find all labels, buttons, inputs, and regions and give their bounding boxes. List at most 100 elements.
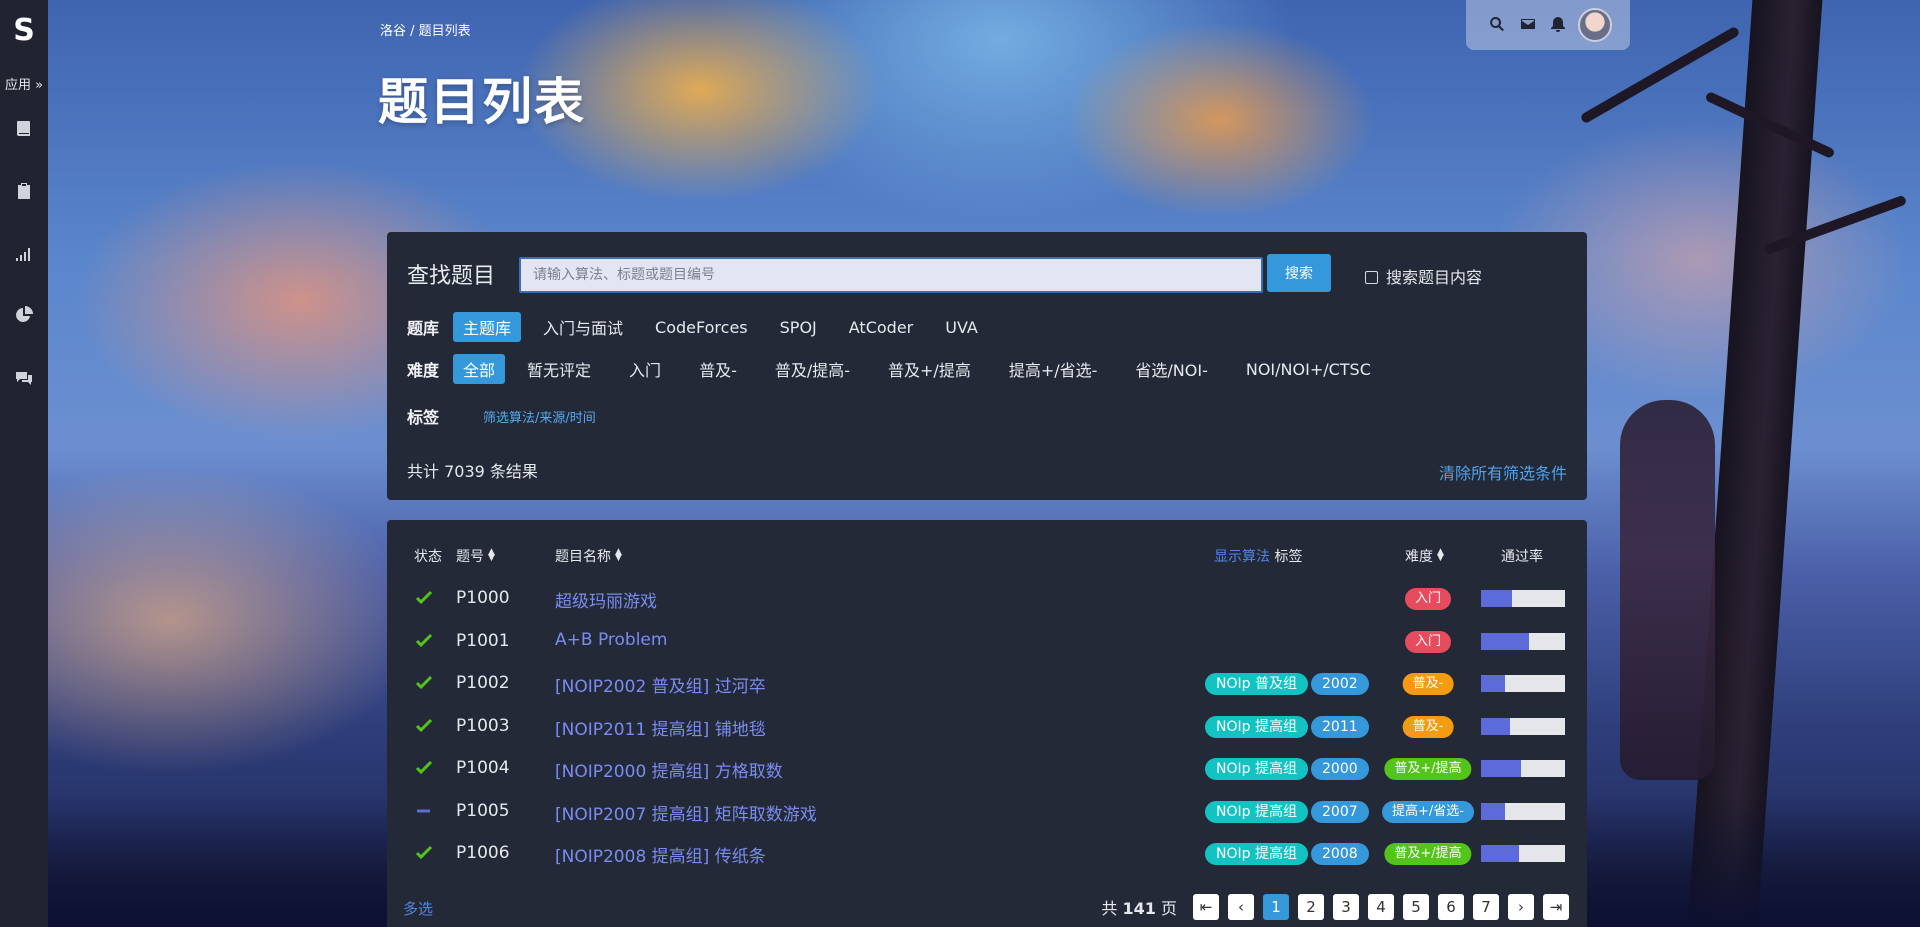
title-header-label: 题目名称 [555, 549, 611, 565]
difficulty-header[interactable]: 难度 ▲ ▼ [1405, 546, 1444, 566]
table-row[interactable]: P1006 [NOIP2008 提高组] 传纸条 NOIp 提高组 2008 普及+/提… [387, 833, 1587, 875]
search-input[interactable] [519, 257, 1263, 293]
difficulty-badge: 入门 [1404, 630, 1452, 653]
bell-icon[interactable] [1549, 15, 1567, 33]
bank-chip[interactable]: UVA [935, 315, 988, 340]
difficulty-chip[interactable]: 普及- [689, 354, 747, 384]
apps-label: 应用 [4, 78, 31, 93]
difficulty-badge: 普及+/提高 [1384, 843, 1472, 865]
pass-rate-fill [1481, 760, 1522, 777]
bank-chip[interactable]: 主题库 [453, 312, 522, 342]
clear-filters-link[interactable]: 清除所有筛选条件 [1439, 460, 1567, 484]
problem-title-link[interactable]: [NOIP2008 提高组] 传纸条 [555, 842, 766, 867]
difficulty-chip[interactable]: 全部 [453, 354, 506, 384]
difficulty-chip[interactable]: 暂无评定 [517, 354, 601, 384]
page-button[interactable]: 1 [1263, 894, 1289, 920]
sidebar-apps-toggle[interactable]: 应用 » [0, 74, 48, 93]
envelope-icon[interactable] [1519, 15, 1537, 33]
difficulty-filter-row: 难度 全部 暂无评定 入门 普及- 普及/提高- 普及+/提高 提高+/省选- … [407, 354, 1393, 384]
bank-chip[interactable]: 入门与面试 [533, 312, 633, 342]
search-icon[interactable] [1488, 15, 1506, 33]
page-button[interactable]: 7 [1473, 894, 1499, 920]
contest-tag[interactable]: NOIp 提高组 [1205, 715, 1308, 738]
pid-header[interactable]: 题号 ▲ ▼ [456, 546, 495, 566]
pass-rate-bar [1481, 632, 1565, 650]
problem-title-link[interactable]: A+B Problem [555, 630, 667, 650]
page-button[interactable]: 4 [1368, 894, 1394, 920]
difficulty-chip[interactable]: NOI/NOI+/CTSC [1236, 357, 1381, 382]
search-button[interactable]: 搜索 [1267, 254, 1331, 292]
double-chevron-right-icon: » [35, 78, 44, 93]
page-button[interactable]: 5 [1403, 894, 1429, 920]
contest-tag[interactable]: NOIp 提高组 [1205, 758, 1308, 780]
comments-icon[interactable] [14, 368, 34, 388]
page-button[interactable]: 3 [1333, 894, 1359, 920]
bank-chip[interactable]: AtCoder [839, 315, 923, 340]
table-row[interactable]: P1000 超级玛丽游戏 入门 [387, 578, 1587, 620]
pass-rate-fill [1481, 590, 1513, 607]
contest-tag[interactable]: NOIp 提高组 [1205, 843, 1308, 865]
contest-tag[interactable]: NOIp 普及组 [1205, 673, 1308, 695]
problem-id: P1005 [456, 800, 510, 821]
table-row[interactable]: P1004 [NOIP2000 提高组] 方格取数 NOIp 提高组 2000 普及+/… [387, 748, 1587, 790]
pass-rate-fill [1481, 675, 1505, 692]
pass-rate-fill [1481, 632, 1529, 650]
luogu-logo[interactable]: S [12, 14, 36, 48]
problem-title-link[interactable]: [NOIP2000 提高组] 方格取数 [555, 757, 783, 782]
breadcrumb[interactable]: 洛谷 / 题目列表 [380, 20, 471, 39]
accepted-check-icon [414, 716, 434, 736]
pass-rate-bar [1481, 675, 1565, 692]
multi-select-toggle[interactable]: 多选 [403, 898, 433, 919]
year-tag[interactable]: 2008 [1311, 843, 1369, 865]
contest-tag[interactable]: NOIp 提高组 [1205, 800, 1308, 823]
bank-label: 题库 [407, 319, 440, 338]
signal-bars-icon[interactable] [14, 243, 34, 263]
book-icon[interactable] [14, 119, 34, 139]
problem-title-link[interactable]: 超级玛丽游戏 [555, 587, 657, 612]
difficulty-badge: 普及- [1402, 715, 1454, 738]
page-button[interactable]: 6 [1438, 894, 1464, 920]
prev-page-button[interactable]: ‹ [1228, 894, 1254, 920]
pass-rate-fill [1481, 717, 1510, 735]
pie-chart-icon[interactable] [14, 305, 34, 325]
user-bar [1466, 0, 1630, 50]
clipboard-icon[interactable] [14, 181, 34, 201]
table-row[interactable]: P1002 [NOIP2002 普及组] 过河卒 NOIp 普及组 2002 普及- [387, 663, 1587, 705]
difficulty-header-label: 难度 [1405, 549, 1433, 565]
table-row[interactable]: P1005 [NOIP2007 提高组] 矩阵取数游戏 NOIp 提高组 2007 提高… [387, 791, 1587, 833]
next-page-button[interactable]: › [1508, 894, 1534, 920]
title-header[interactable]: 题目名称 ▲ ▼ [555, 546, 622, 566]
problem-title-link[interactable]: [NOIP2011 提高组] 铺地毯 [555, 715, 766, 740]
avatar[interactable] [1578, 8, 1612, 42]
page-button[interactable]: 2 [1298, 894, 1324, 920]
last-page-button[interactable]: ⇥ [1543, 894, 1569, 920]
bank-chip[interactable]: CodeForces [645, 315, 758, 340]
year-tag[interactable]: 2007 [1311, 800, 1369, 823]
tag-filter-link[interactable]: 筛选算法/来源/时间 [483, 407, 596, 426]
bank-chip[interactable]: SPOJ [770, 315, 827, 340]
page-buttons: 1234567 [1263, 894, 1499, 920]
table-row[interactable]: P1001 A+B Problem 入门 [387, 621, 1587, 663]
year-tag[interactable]: 2000 [1311, 758, 1369, 780]
difficulty-badge: 提高+/省选- [1382, 800, 1474, 823]
search-content-option[interactable]: 搜索题目内容 [1365, 264, 1482, 288]
year-tag[interactable]: 2011 [1311, 715, 1369, 738]
sort-icon: ▲ ▼ [615, 547, 622, 563]
problem-id: P1001 [456, 630, 510, 651]
difficulty-chip[interactable]: 省选/NOI- [1125, 354, 1217, 384]
sidebar: S 应用 » [0, 0, 48, 927]
pass-rate-bar [1481, 760, 1565, 777]
table-row[interactable]: P1003 [NOIP2011 提高组] 铺地毯 NOIp 提高组 2011 普及- [387, 706, 1587, 748]
difficulty-chip[interactable]: 入门 [619, 354, 671, 384]
difficulty-chip[interactable]: 提高+/省选- [999, 354, 1108, 384]
show-algorithm-toggle[interactable]: 显示算法 [1214, 549, 1270, 565]
search-content-checkbox[interactable] [1365, 271, 1378, 284]
result-count: 共计 7039 条结果 [407, 462, 538, 481]
problem-title-link[interactable]: [NOIP2002 普及组] 过河卒 [555, 672, 766, 697]
difficulty-chip[interactable]: 普及+/提高 [878, 354, 981, 384]
problem-title-link[interactable]: [NOIP2007 提高组] 矩阵取数游戏 [555, 800, 817, 825]
first-page-button[interactable]: ⇤ [1193, 894, 1219, 920]
problem-list-card: 状态 题号 ▲ ▼ 题目名称 ▲ ▼ 显示算法 标签 难度 ▲ ▼ 通过率 P1000 超级玛… [387, 520, 1587, 927]
year-tag[interactable]: 2002 [1311, 673, 1369, 695]
difficulty-chip[interactable]: 普及/提高- [765, 354, 860, 384]
